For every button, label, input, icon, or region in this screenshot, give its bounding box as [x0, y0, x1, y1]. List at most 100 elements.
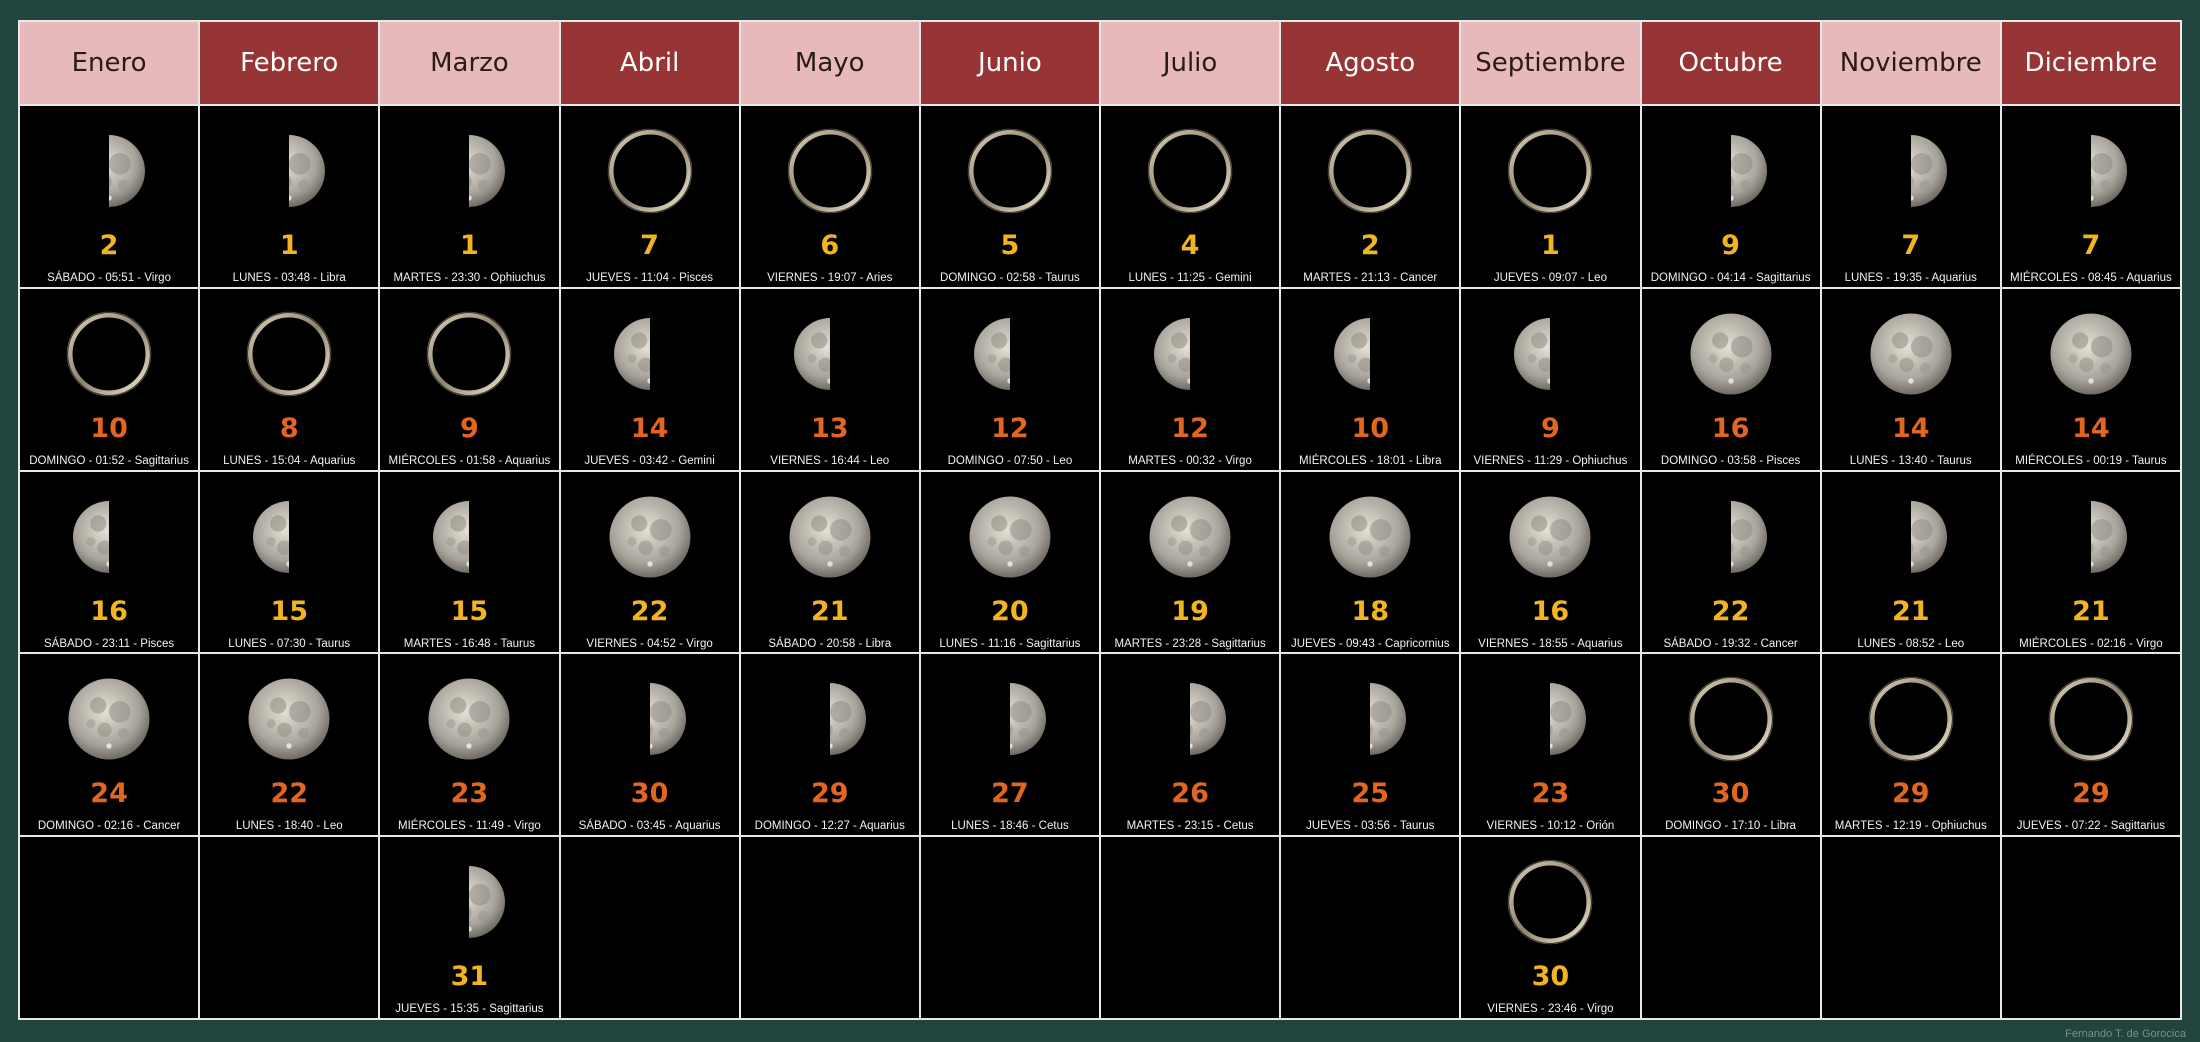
phase-day-number: 15 — [270, 595, 309, 627]
phase-detail: LUNES - 08:52 - Leo — [1857, 637, 1965, 650]
phase-detail: SÁBADO - 19:32 - Cancer — [1663, 637, 1798, 650]
phase-day-number: 22 — [1711, 595, 1750, 627]
phase-detail: MIÉRCOLES - 02:16 - Virgo — [2019, 637, 2163, 650]
moon-full-icon — [785, 492, 875, 582]
phase-day-number: 4 — [1180, 230, 1200, 261]
calendar-cell — [560, 837, 739, 1018]
moon-first-quarter-icon — [605, 674, 695, 764]
calendar-cell: 1 MARTES - 23:30 - Ophiuchus — [380, 106, 559, 287]
phase-detail: JUEVES - 07:22 - Sagittarius — [2016, 820, 2166, 833]
phase-day-number: 13 — [810, 412, 849, 444]
calendar-cell — [1641, 837, 1820, 1018]
moon-full-icon — [64, 674, 154, 764]
moon-new-icon — [64, 309, 154, 399]
moon-first-quarter-icon — [1686, 492, 1776, 582]
phase-detail: JUEVES - 15:35 - Sagittarius — [395, 1003, 544, 1016]
phase-detail: LUNES - 11:25 - Gemini — [1128, 272, 1252, 284]
moon-first-quarter-icon — [244, 126, 334, 216]
moon-first-quarter-icon — [965, 674, 1055, 764]
calendar-cell: 21 SÁBADO - 20:58 - Libra — [740, 471, 919, 653]
phase-detail: JUEVES - 03:42 - Gemini — [584, 454, 715, 467]
phase-detail: MIÉRCOLES - 11:49 - Virgo — [398, 820, 541, 833]
phase-day-number: 2 — [99, 230, 119, 261]
calendar-cell: 30 VIERNES - 23:46 - Virgo — [1461, 837, 1640, 1018]
month-header-julio: Julio — [1101, 22, 1280, 104]
moon-new-icon — [2046, 674, 2136, 764]
calendar-cell: 10 MIÉRCOLES - 18:01 - Libra — [1281, 288, 1460, 470]
calendar-cell: 24 DOMINGO - 02:16 - Cancer — [20, 654, 199, 836]
calendar-cell: 1 JUEVES - 09:07 - Leo — [1461, 106, 1640, 287]
calendar-cell: 1 LUNES - 03:48 - Libra — [200, 106, 379, 287]
phase-day-number: 21 — [810, 595, 849, 627]
phase-day-number: 14 — [630, 412, 669, 444]
moon-new-icon — [1505, 857, 1595, 947]
phase-detail: LUNES - 13:40 - Taurus — [1849, 454, 1972, 467]
phase-day-number: 9 — [1721, 230, 1740, 261]
phase-day-number: 18 — [1351, 595, 1390, 627]
phase-detail: LUNES - 11:16 - Sagittarius — [939, 637, 1081, 650]
phase-detail: MIÉRCOLES - 08:45 - Aquarius — [2010, 272, 2172, 284]
calendar-cell: 30 DOMINGO - 17:10 - Libra — [1641, 654, 1820, 836]
phase-detail: SÁBADO - 03:45 - Aquarius — [578, 820, 721, 833]
moon-new-icon — [605, 126, 695, 216]
moon-first-quarter-icon — [1325, 674, 1415, 764]
phase-day-number: 25 — [1351, 778, 1390, 810]
calendar-cell: 2 MARTES - 21:13 - Cancer — [1281, 106, 1460, 287]
phase-detail: MARTES - 21:13 - Cancer — [1303, 272, 1438, 284]
moon-first-quarter-icon — [785, 674, 875, 764]
moon-new-icon — [965, 126, 1055, 216]
calendar-cell — [1101, 837, 1280, 1018]
phase-detail: LUNES - 19:35 - Aquarius — [1844, 272, 1977, 284]
phase-day-number: 22 — [270, 778, 309, 810]
phase-detail: SÁBADO - 20:58 - Libra — [768, 637, 892, 650]
phase-day-number: 19 — [1171, 595, 1209, 627]
month-header-agosto: Agosto — [1281, 22, 1460, 104]
calendar-cell: 2 SÁBADO - 05:51 - Virgo — [20, 106, 199, 287]
moon-new-icon — [1145, 126, 1235, 216]
phase-detail: MIÉRCOLES - 18:01 - Libra — [1298, 454, 1442, 467]
month-header-diciembre: Diciembre — [2001, 22, 2180, 104]
moon-first-quarter-icon — [64, 126, 154, 216]
calendar-cell: 30 SÁBADO - 03:45 - Aquarius — [560, 654, 739, 836]
moon-first-quarter-icon — [2046, 492, 2136, 582]
phase-day-number: 7 — [640, 230, 659, 261]
phase-detail: MARTES - 23:28 - Sagittarius — [1114, 637, 1266, 650]
calendar-cell: 26 MARTES - 23:15 - Cetus — [1101, 654, 1280, 836]
phase-day-number: 1 — [279, 230, 299, 261]
moon-new-icon — [1686, 674, 1776, 764]
phase-day-number: 2 — [1360, 230, 1380, 261]
calendar-cell: 20 LUNES - 11:16 - Sagittarius — [920, 471, 1099, 653]
phase-day-number: 23 — [450, 778, 489, 810]
moon-new-icon — [244, 309, 334, 399]
calendar-cell: 9 VIERNES - 11:29 - Ophiuchus — [1461, 288, 1640, 470]
calendar-cell: 15 MARTES - 16:48 - Taurus — [380, 471, 559, 653]
phase-detail: DOMINGO - 02:58 - Taurus — [940, 272, 1080, 284]
phase-day-number: 1 — [1541, 230, 1560, 261]
calendar-cell: 19 MARTES - 23:28 - Sagittarius — [1101, 471, 1280, 653]
calendar-cell: 4 LUNES - 11:25 - Gemini — [1101, 106, 1280, 287]
phase-day-number: 14 — [2072, 412, 2110, 444]
calendar-cell: 12 DOMINGO - 07:50 - Leo — [920, 288, 1099, 470]
phase-day-number: 10 — [1351, 412, 1390, 444]
moon-last-quarter-icon — [965, 309, 1055, 399]
calendar-cell: 29 JUEVES - 07:22 - Sagittarius — [2001, 654, 2180, 836]
month-header-junio: Junio — [920, 22, 1099, 104]
phase-detail: LUNES - 18:40 - Leo — [235, 820, 343, 833]
phase-day-number: 6 — [820, 230, 840, 261]
calendar-cell: 16 DOMINGO - 03:58 - Pisces — [1641, 288, 1820, 470]
moon-first-quarter-icon — [1686, 126, 1776, 216]
calendar-cell: 22 LUNES - 18:40 - Leo — [200, 654, 379, 836]
calendar-cell: 21 LUNES - 08:52 - Leo — [1821, 471, 2000, 653]
moon-full-icon — [1145, 492, 1235, 582]
calendar-cell: 9 MIÉRCOLES - 01:58 - Aquarius — [380, 288, 559, 470]
moon-full-icon — [2046, 309, 2136, 399]
month-header-mayo: Mayo — [740, 22, 919, 104]
moon-new-icon — [785, 126, 875, 216]
moon-first-quarter-icon — [1145, 674, 1235, 764]
month-header-marzo: Marzo — [380, 22, 559, 104]
calendar-cell: 27 LUNES - 18:46 - Cetus — [920, 654, 1099, 836]
calendar-cell: 16 VIERNES - 18:55 - Aquarius — [1461, 471, 1640, 653]
moon-last-quarter-icon — [1505, 309, 1595, 399]
calendar-cell: 14 JUEVES - 03:42 - Gemini — [560, 288, 739, 470]
moon-first-quarter-icon — [424, 857, 514, 947]
